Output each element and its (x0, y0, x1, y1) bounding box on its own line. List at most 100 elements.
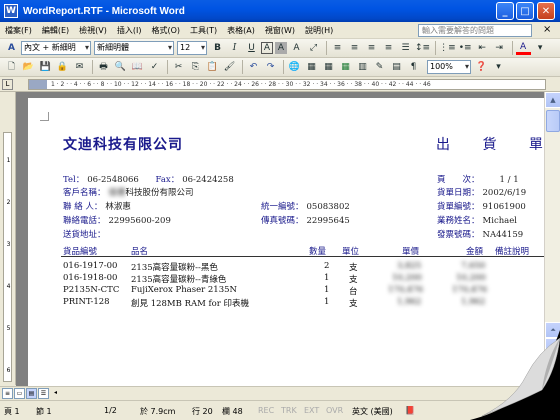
menu-table[interactable]: 表格(A) (222, 25, 260, 36)
page-label: 頁 次： (437, 175, 480, 185)
hyperlink-icon[interactable]: 🌐 (287, 60, 302, 75)
print-preview-icon[interactable]: 🔍 (113, 60, 128, 75)
spelling-status-icon[interactable]: 📕 (405, 406, 415, 415)
next-page-icon[interactable]: ⏷ (545, 354, 560, 370)
paste-icon[interactable]: 📋 (205, 60, 220, 75)
scroll-thumb[interactable] (546, 110, 560, 132)
decrease-indent-icon[interactable]: ⇤ (475, 41, 490, 56)
increase-indent-icon[interactable]: ⇥ (492, 41, 507, 56)
row-amount: 7,650 (461, 261, 486, 271)
bullets-icon[interactable]: •≡ (458, 41, 473, 56)
document-close-icon[interactable]: × (543, 24, 551, 35)
date-value: 2002/6/19 (482, 188, 527, 198)
vertical-scrollbar[interactable]: ▲ ⏶ ● ⏷ ▼ (544, 92, 560, 386)
char-shading-icon[interactable]: A (275, 42, 287, 54)
distribute-icon[interactable]: ☰ (398, 41, 413, 56)
insert-excel-icon[interactable]: ▦ (338, 60, 353, 75)
document-map-icon[interactable]: ▤ (389, 60, 404, 75)
menu-view[interactable]: 檢視(V) (74, 25, 112, 36)
char-scale-icon[interactable]: A (289, 41, 304, 56)
bold-button[interactable]: B (210, 41, 225, 56)
research-icon[interactable]: 📖 (130, 60, 145, 75)
normal-view-icon[interactable]: ≡ (2, 388, 13, 399)
line-spacing-icon[interactable]: ↕≡ (415, 41, 430, 56)
ruler-scale[interactable]: 1 · 2 · · 4 · · 6 · · 8 · · 10 · · 12 · … (28, 79, 546, 90)
font-dropdown[interactable]: 新細明體 (94, 41, 174, 55)
tab-selector[interactable]: L (2, 79, 13, 90)
style-dropdown[interactable]: 內文 + 新細明 (21, 41, 91, 55)
italic-button[interactable]: I (227, 41, 242, 56)
status-ovr[interactable]: OVR (326, 406, 343, 415)
char-border-icon[interactable]: A (261, 42, 273, 54)
web-layout-icon[interactable]: ▭ (14, 388, 25, 399)
minimize-button[interactable]: _ (496, 2, 514, 20)
chevron-down-icon[interactable]: ▾ (491, 60, 506, 75)
status-ext[interactable]: EXT (304, 406, 319, 415)
status-trk[interactable]: TRK (281, 406, 297, 415)
taxid-line: 統一編號： 05083802 (261, 200, 350, 212)
close-button[interactable]: ✕ (537, 2, 555, 20)
align-right-icon[interactable]: ≡ (364, 41, 379, 56)
status-line: 行 20 (192, 407, 213, 416)
menu-window[interactable]: 視窗(W) (260, 25, 300, 36)
menu-insert[interactable]: 插入(I) (112, 25, 147, 36)
status-rec[interactable]: REC (258, 406, 274, 415)
print-layout-icon[interactable]: ▤ (26, 388, 37, 399)
numbering-icon[interactable]: ⋮≡ (439, 41, 456, 56)
select-browse-object-icon[interactable]: ● (545, 338, 560, 354)
email-icon[interactable]: ✉ (72, 60, 87, 75)
font-color-icon[interactable]: A (515, 42, 531, 55)
status-language[interactable]: 英文 (美國) (352, 406, 393, 417)
document-area[interactable]: 文迪科技有限公司 出 貨 單 Tel：06-2548066 Fax：06-242… (16, 92, 544, 386)
redo-icon[interactable]: ↷ (263, 60, 278, 75)
spelling-icon[interactable]: ✓ (147, 60, 162, 75)
align-left-icon[interactable]: ≡ (330, 41, 345, 56)
horizontal-ruler[interactable]: L 1 · 2 · · 4 · · 6 · · 8 · · 10 · · 12 … (0, 77, 560, 92)
tables-borders-icon[interactable]: ▦ (304, 60, 319, 75)
save-icon[interactable]: 💾 (38, 60, 53, 75)
word-app-icon[interactable]: W (4, 4, 18, 18)
print-icon[interactable]: 🖶 (96, 60, 111, 75)
font-size-dropdown[interactable]: 12 (177, 41, 207, 55)
help-icon[interactable]: ❓ (474, 60, 489, 75)
align-center-icon[interactable]: ≡ (347, 41, 362, 56)
title-bar[interactable]: W WordReport.RTF - Microsoft Word _ □ ✕ (0, 0, 560, 22)
insert-table-icon[interactable]: ▦ (321, 60, 336, 75)
underline-button[interactable]: U (244, 41, 259, 56)
new-document-icon[interactable]: 🗋 (4, 60, 19, 75)
columns-icon[interactable]: ▥ (355, 60, 370, 75)
vertical-ruler-scale[interactable]: 1 2 3 4 5 6 (3, 132, 12, 382)
scroll-up-icon[interactable]: ▲ (545, 92, 560, 108)
cut-icon[interactable]: ✂ (171, 60, 186, 75)
scroll-left-icon[interactable]: ◂ (50, 388, 61, 399)
format-painter-icon[interactable]: 🖌 (222, 60, 237, 75)
copy-icon[interactable]: ⎘ (188, 60, 203, 75)
table-header-rule (61, 256, 544, 257)
row-price: 170,476 (388, 285, 424, 295)
menu-format[interactable]: 格式(O) (146, 25, 185, 36)
vertical-ruler[interactable]: 1 2 3 4 5 6 (0, 92, 16, 385)
zoom-dropdown[interactable]: 100% (427, 60, 471, 74)
asian-layout-icon[interactable]: ⤢ (306, 41, 321, 56)
undo-icon[interactable]: ↶ (246, 60, 261, 75)
drawing-icon[interactable]: ✎ (372, 60, 387, 75)
contact-label: 聯 絡 人： (63, 202, 103, 212)
date-line: 貨單日期： 2002/6/19 (437, 186, 526, 198)
document-page[interactable]: 文迪科技有限公司 出 貨 單 Tel：06-2548066 Fax：06-242… (28, 98, 544, 386)
permission-icon[interactable]: 🔒 (55, 60, 70, 75)
help-question-input[interactable]: 輸入需要解答的問題 (418, 24, 532, 37)
menu-help[interactable]: 說明(H) (300, 25, 338, 36)
tel-value: 06-2548066 (87, 175, 139, 185)
menu-edit[interactable]: 編輯(E) (37, 25, 74, 36)
menu-tools[interactable]: 工具(T) (185, 25, 222, 36)
menu-file[interactable]: 檔案(F) (0, 25, 37, 36)
outline-view-icon[interactable]: ☰ (38, 388, 49, 399)
maximize-button[interactable]: □ (516, 2, 534, 20)
show-hide-icon[interactable]: ¶ (406, 60, 421, 75)
justify-icon[interactable]: ≡ (381, 41, 396, 56)
styles-pane-icon[interactable]: A (4, 41, 19, 56)
open-folder-icon[interactable]: 📂 (21, 60, 36, 75)
prev-page-icon[interactable]: ⏶ (545, 322, 560, 338)
scroll-down-icon[interactable]: ▼ (545, 370, 560, 386)
chevron-down-icon[interactable]: ▾ (533, 41, 548, 56)
